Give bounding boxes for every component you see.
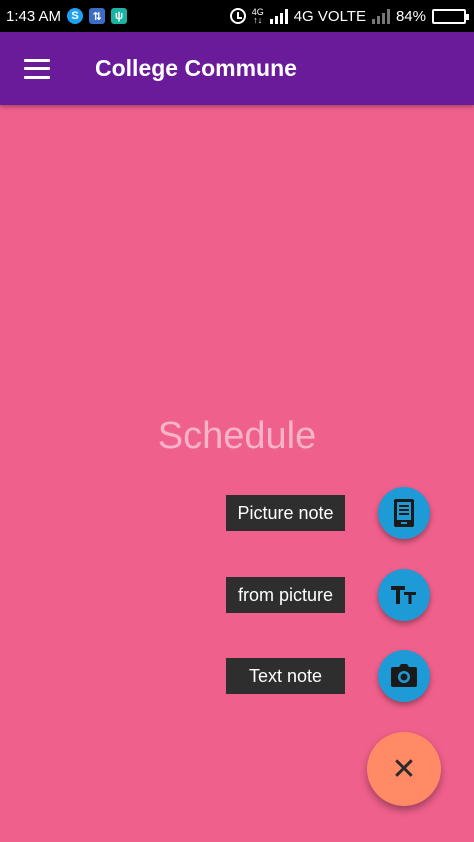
camera-icon <box>391 664 417 687</box>
from-picture-button[interactable] <box>378 569 430 621</box>
status-right: 4G ↑↓ 4G VOLTE 84% <box>229 7 469 25</box>
close-fab-button[interactable]: ✕ <box>367 732 441 806</box>
network-label: 4G VOLTE <box>293 7 366 25</box>
network-type-small: 4G ↑↓ <box>252 8 264 25</box>
fab-label-from-picture[interactable]: from picture <box>226 577 345 613</box>
signal-icon <box>269 8 288 24</box>
tablet-document-icon <box>394 499 414 527</box>
battery-icon <box>432 8 469 24</box>
skype-icon: S <box>67 8 84 24</box>
data-transfer-icon: ⇅ <box>89 8 106 24</box>
signal-2-icon <box>371 8 390 24</box>
fab-label-text-note[interactable]: Text note <box>226 658 345 694</box>
page-heading: Schedule <box>157 415 317 457</box>
menu-button[interactable] <box>0 32 74 105</box>
text-format-icon <box>391 586 416 604</box>
network-type-bottom: ↑↓ <box>253 15 263 25</box>
status-left: 1:43 AM S ⇅ ψ <box>6 7 128 25</box>
close-icon: ✕ <box>391 752 417 786</box>
battery-percent: 84% <box>395 7 426 25</box>
hamburger-menu-icon <box>24 58 50 79</box>
alarm-icon <box>229 8 246 24</box>
usb-icon: ψ <box>111 8 128 24</box>
status-time: 1:43 AM <box>6 7 62 25</box>
app-title: College Commune <box>95 55 297 81</box>
text-note-button[interactable] <box>378 650 430 702</box>
app-bar: College Commune <box>0 32 474 105</box>
picture-note-button[interactable] <box>378 487 430 539</box>
status-bar: 1:43 AM S ⇅ ψ 4G ↑↓ 4G VOLTE 84% <box>0 0 474 32</box>
fab-label-picture-note[interactable]: Picture note <box>226 495 345 531</box>
